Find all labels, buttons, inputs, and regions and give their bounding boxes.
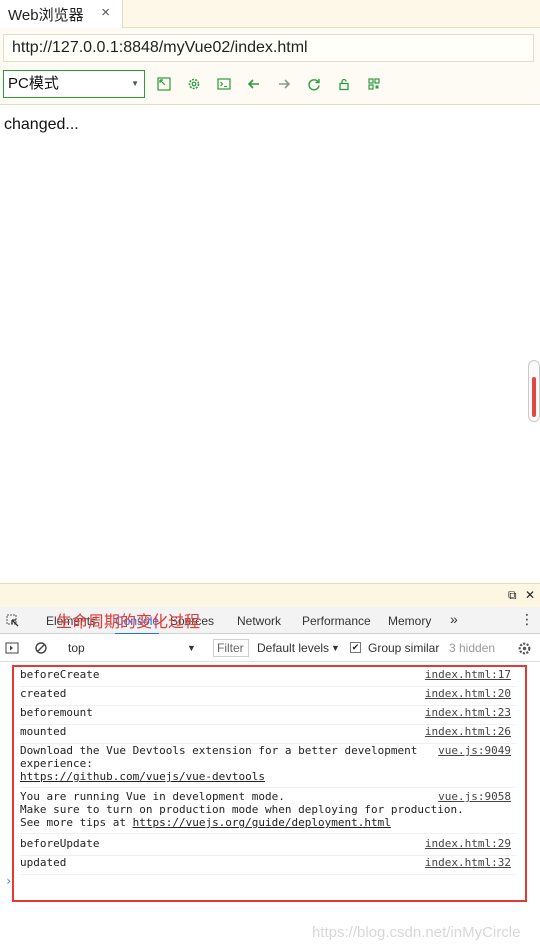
tab-close-icon[interactable]: × [101, 4, 110, 21]
devtools-close-icon[interactable]: ✕ [525, 588, 535, 602]
source-link[interactable]: index.html:20 [425, 687, 511, 700]
devtools-link[interactable]: https://github.com/vuejs/vue-devtools [20, 770, 265, 783]
levels-caret-icon: ▼ [331, 643, 340, 653]
watermark: https://blog.csdn.net/inMyCircle [312, 924, 521, 941]
dropdown-caret-icon: ▼ [131, 79, 139, 88]
undock-icon[interactable]: ⧉ [508, 588, 517, 603]
page-scrollbar[interactable] [528, 360, 540, 422]
browser-tab[interactable]: Web浏览器 × [0, 0, 123, 28]
console-message: mounted index.html:26 [20, 725, 516, 744]
terminal-icon[interactable] [215, 75, 233, 93]
tab-strip: Web浏览器 × [0, 0, 540, 28]
console-message: created index.html:20 [20, 687, 516, 706]
group-similar-checkbox[interactable]: ✔ [350, 642, 361, 653]
annotation-label: 生命周期的变化过程 [56, 612, 201, 631]
console-message: beforeUpdate index.html:29 [20, 837, 516, 856]
console-message-text: mounted [20, 725, 67, 738]
address-bar-row: http://127.0.0.1:8848/myVue02/index.html [0, 28, 540, 68]
forward-icon[interactable] [275, 75, 293, 93]
source-link[interactable]: index.html:17 [425, 668, 511, 681]
hidden-count: 3 hidden [449, 641, 496, 655]
group-similar-label: Group similar [368, 641, 440, 655]
context-select[interactable]: top [68, 641, 85, 655]
console-message-text: updated [20, 856, 67, 869]
back-icon[interactable] [245, 75, 263, 93]
console-message: updated index.html:32 [20, 856, 516, 875]
settings-icon[interactable] [185, 75, 203, 93]
mode-select[interactable]: PC模式 ▼ [3, 70, 145, 98]
tab-title: Web浏览器 [8, 6, 84, 24]
console-prompt[interactable]: › [5, 874, 12, 888]
console-message-text: beforeUpdate [20, 837, 100, 850]
console-message-text: beforeCreate [20, 668, 100, 681]
console-message-text: created [20, 687, 67, 700]
console-message: beforemount index.html:23 [20, 706, 516, 725]
source-link[interactable]: index.html:23 [425, 706, 511, 719]
tab-performance[interactable]: Performance [302, 614, 371, 628]
inspect-icon[interactable] [4, 612, 22, 630]
page-content-text: changed... [4, 116, 79, 133]
source-link[interactable]: index.html:26 [425, 725, 511, 738]
browser-toolbar: PC模式 ▼ [0, 68, 540, 105]
deployment-link[interactable]: https://vuejs.org/guide/deployment.html [133, 816, 391, 829]
console-message: Download the Vue Devtools extension for … [20, 744, 516, 788]
console-message: beforeCreate index.html:17 [20, 668, 516, 687]
qrcode-icon[interactable] [365, 75, 383, 93]
console-message-text: beforemount [20, 706, 93, 719]
scrollbar-thumb[interactable] [532, 377, 536, 417]
refresh-icon[interactable] [305, 75, 323, 93]
console-filter-bar: top ▼ Filter Default levels ▼ ✔ Group si… [0, 634, 540, 662]
context-caret-icon: ▼ [187, 643, 196, 653]
devtools-header: ⧉ ✕ [0, 583, 540, 607]
console-message: You are running Vue in development mode.… [20, 790, 516, 834]
console-output: beforeCreate index.html:17 created index… [0, 662, 540, 952]
more-tabs-icon[interactable]: » [450, 611, 458, 627]
clear-console-icon[interactable] [32, 639, 50, 657]
mode-select-value: PC模式 [8, 75, 59, 92]
url-input[interactable]: http://127.0.0.1:8848/myVue02/index.html [3, 34, 534, 62]
source-link[interactable]: vue.js:9058 [438, 790, 511, 803]
console-filter-input[interactable]: Filter [213, 639, 249, 657]
console-settings-icon[interactable] [515, 639, 533, 657]
sidebar-toggle-icon[interactable] [3, 639, 21, 657]
screenshot-icon[interactable] [155, 75, 173, 93]
source-link[interactable]: index.html:32 [425, 856, 511, 869]
levels-select[interactable]: Default levels [257, 641, 329, 655]
source-link[interactable]: vue.js:9049 [438, 744, 511, 757]
source-link[interactable]: index.html:29 [425, 837, 511, 850]
kebab-menu-icon[interactable]: ⋮ [520, 611, 534, 628]
tab-network[interactable]: Network [237, 614, 281, 628]
lock-icon[interactable] [335, 75, 353, 93]
tab-memory[interactable]: Memory [388, 614, 431, 628]
